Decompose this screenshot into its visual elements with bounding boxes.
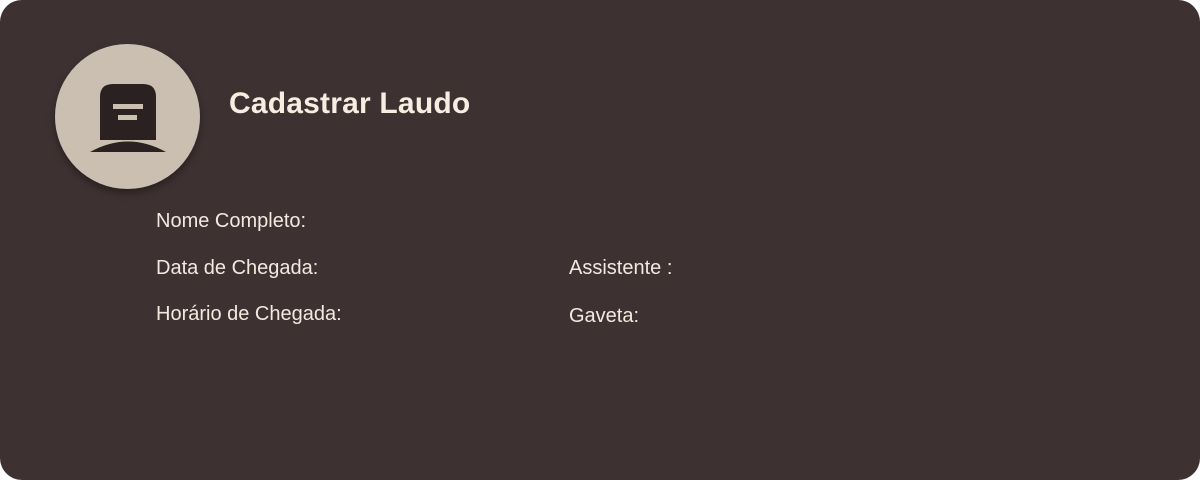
- horario-chegada-label: Horário de Chegada:: [156, 303, 342, 325]
- page-title: Cadastrar Laudo: [229, 87, 471, 120]
- tombstone-icon: [89, 83, 166, 152]
- gaveta-label: Gaveta:: [569, 305, 640, 327]
- assistente-label: Assistente :: [569, 257, 673, 279]
- laudo-card: Cadastrar Laudo Nome Completo: Data de C…: [0, 0, 1200, 480]
- avatar: [55, 44, 200, 189]
- nome-completo-label: Nome Completo:: [156, 210, 307, 232]
- data-chegada-label: Data de Chegada:: [156, 257, 319, 279]
